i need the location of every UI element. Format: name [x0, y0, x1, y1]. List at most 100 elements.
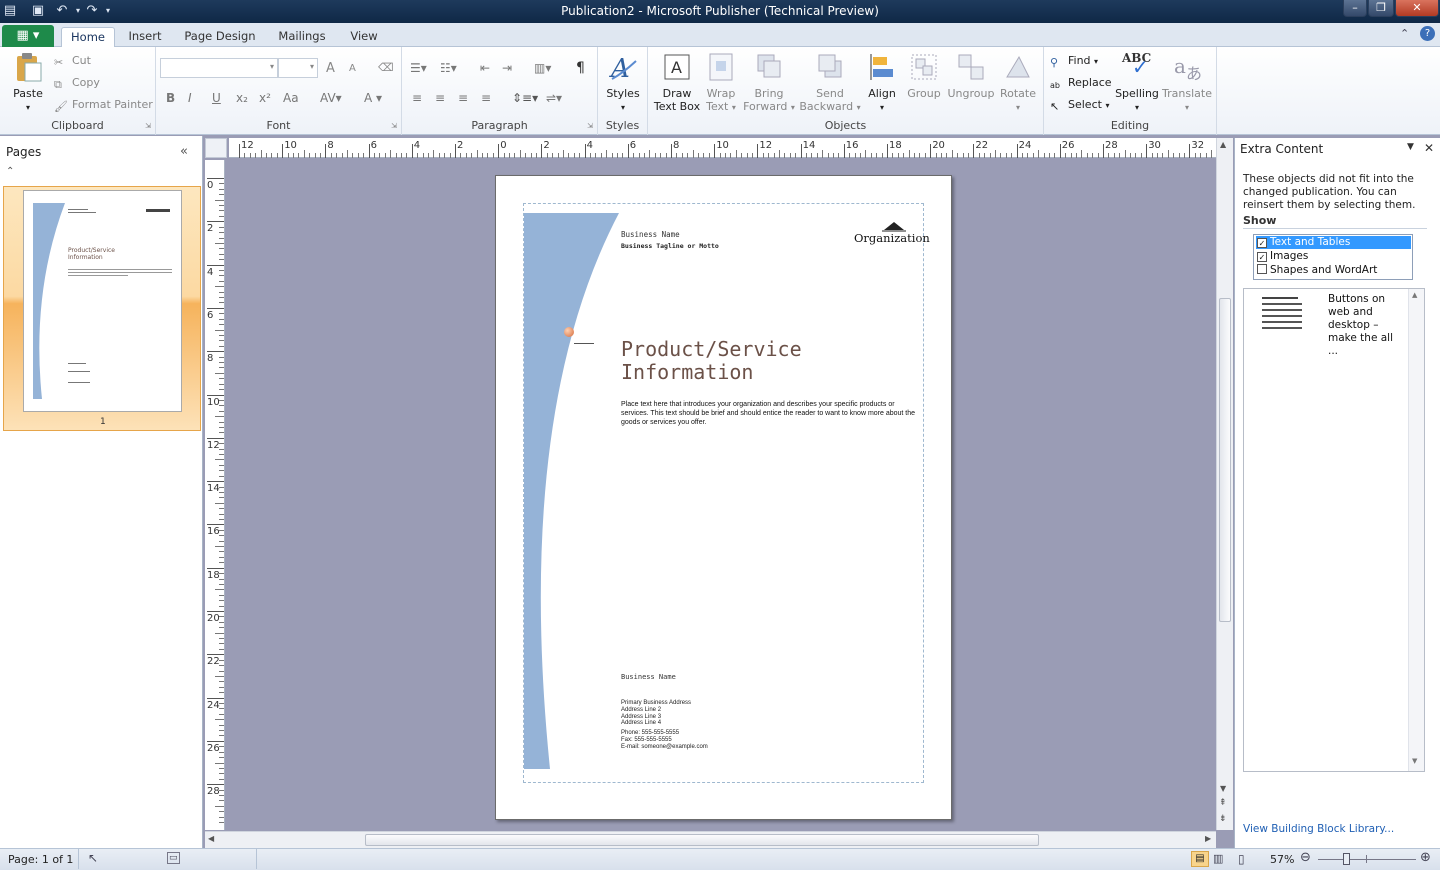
paragraph-launcher-icon[interactable]: ⇲ — [587, 122, 593, 130]
align-right-icon[interactable]: ≡ — [458, 91, 468, 105]
line-spacing-icon[interactable]: ⇕≡▾ — [512, 91, 538, 105]
superscript-button[interactable]: x² — [259, 91, 271, 105]
vertical-scrollbar[interactable]: ▲ ▼ ⇞ ⇟ — [1216, 138, 1233, 830]
minimize-button[interactable]: – — [1343, 0, 1367, 17]
font-color-icon[interactable]: A ▾ — [364, 91, 382, 105]
align-center-icon[interactable]: ≡ — [435, 91, 445, 105]
paragraph-spacing-icon[interactable]: ⇌▾ — [546, 91, 562, 105]
horizontal-scrollbar[interactable]: ◀ ▶ — [205, 831, 1216, 848]
checkbox-checked-icon[interactable]: ✓ — [1257, 252, 1267, 262]
vertical-ruler[interactable]: 0 2 4 6 8 10 12 14 16 18 20 22 24 26 28 — [205, 160, 225, 830]
send-backward-button[interactable]: Send Backward ▾ — [798, 51, 862, 114]
increase-indent-icon[interactable]: ⇥ — [502, 61, 512, 75]
scroll-thumb[interactable] — [365, 834, 1039, 846]
tab-mailings[interactable]: Mailings — [272, 27, 332, 47]
zoom-out-icon[interactable]: ⊖ — [1300, 850, 1311, 865]
close-pane-icon[interactable]: ✕ — [1424, 141, 1434, 155]
shrink-font-button[interactable]: A — [349, 63, 356, 74]
page-indicator[interactable]: Page: 1 of 1 — [8, 853, 73, 866]
list-scrollbar[interactable]: ▲ ▼ — [1408, 289, 1424, 771]
copy-button[interactable]: ⧉ Copy — [54, 76, 100, 91]
clear-formatting-icon[interactable]: ⌫ — [378, 61, 394, 74]
scroll-left-arrow-icon[interactable]: ◀ — [208, 834, 214, 843]
italic-button[interactable]: I — [188, 91, 192, 105]
scroll-right-arrow-icon[interactable]: ▶ — [1205, 834, 1211, 843]
filter-text-and-tables[interactable]: ✓ Text and Tables — [1257, 236, 1350, 248]
group-button[interactable]: Group — [904, 51, 944, 100]
business-name[interactable]: Business Name — [621, 230, 680, 239]
align-button[interactable]: Align ▾ — [862, 51, 902, 114]
two-page-spread-icon[interactable]: ▥ — [1213, 852, 1223, 865]
horizontal-ruler[interactable]: 12 10 8 6 4 2 0 2 4 6 8 10 12 14 16 18 20 22 24 26 28 30 32 — [229, 138, 1216, 158]
ungroup-button[interactable]: Ungroup — [946, 51, 996, 100]
format-painter-button[interactable]: 🖌 Format Painter — [54, 98, 153, 113]
tab-home[interactable]: Home — [61, 27, 115, 47]
checkbox-checked-icon[interactable]: ✓ — [1257, 238, 1267, 248]
tab-view[interactable]: View — [344, 27, 384, 47]
heading-text[interactable]: Product/Service Information — [621, 338, 802, 384]
page-thumbnail[interactable]: Product/Service Information 1 — [3, 186, 201, 431]
help-icon[interactable]: ? — [1420, 26, 1435, 41]
filter-shapes-and-wordart[interactable]: Shapes and WordArt — [1257, 264, 1377, 276]
scroll-thumb[interactable] — [1219, 298, 1231, 622]
subscript-button[interactable]: x₂ — [236, 91, 248, 105]
extra-content-item-text[interactable]: Buttons on web and desktop – make the al… — [1328, 293, 1404, 358]
publication-page[interactable]: Business Name Business Tagline or Motto … — [495, 175, 952, 820]
numbering-icon[interactable]: ☷▾ — [440, 61, 457, 75]
scroll-up-arrow-icon[interactable]: ▲ — [1412, 291, 1417, 299]
rotate-button[interactable]: Rotate ▾ — [996, 51, 1040, 114]
decrease-indent-icon[interactable]: ⇤ — [480, 61, 490, 75]
intro-paragraph[interactable]: Place text here that introduces your org… — [621, 400, 921, 427]
character-spacing-icon[interactable]: AV▾ — [320, 91, 342, 105]
pane-options-icon[interactable]: ▼ — [1407, 142, 1414, 152]
find-button[interactable]: ⚲ Find ▾ — [1050, 54, 1098, 69]
zoom-level[interactable]: 57% — [1270, 853, 1294, 866]
underline-button[interactable]: U — [212, 91, 221, 105]
scroll-up-icon[interactable]: ⌃ — [6, 166, 14, 177]
view-building-block-library-link[interactable]: View Building Block Library... — [1243, 823, 1394, 835]
organization-name[interactable]: Organization — [854, 231, 930, 245]
filter-images[interactable]: ✓ Images — [1257, 250, 1308, 262]
ruler-corner[interactable] — [205, 138, 227, 158]
replace-button[interactable]: ab Replace — [1050, 76, 1112, 93]
cursor-position-icon[interactable]: ↖ — [88, 851, 98, 865]
object-size-icon[interactable]: ▭ — [167, 852, 180, 864]
collapse-pane-icon[interactable]: « — [180, 144, 188, 159]
tab-insert[interactable]: Insert — [124, 27, 166, 47]
bold-button[interactable]: B — [166, 91, 175, 105]
columns-icon[interactable]: ▥▾ — [534, 61, 551, 75]
tab-page-design[interactable]: Page Design — [180, 27, 260, 47]
scroll-down-arrow-icon[interactable]: ▼ — [1412, 757, 1417, 765]
zoom-in-icon[interactable]: ⊕ — [1420, 850, 1431, 865]
styles-button[interactable]: A Styles ▾ — [602, 51, 644, 114]
bring-forward-button[interactable]: Bring Forward ▾ — [740, 51, 798, 114]
clipboard-launcher-icon[interactable]: ⇲ — [145, 122, 151, 130]
paste-button[interactable]: Paste ▾ — [6, 51, 50, 114]
close-window-button[interactable]: ✕ — [1395, 0, 1439, 17]
pilcrow-button[interactable]: ¶ — [576, 60, 585, 76]
wrap-text-button[interactable]: Wrap Text ▾ — [700, 51, 742, 114]
spelling-button[interactable]: ABC ✓ Spelling ▾ — [1112, 51, 1162, 114]
file-menu-button[interactable]: ▦ ▾ — [2, 25, 54, 47]
zoom-slider-track[interactable] — [1318, 859, 1416, 860]
font-size-combo[interactable]: ▾ — [278, 58, 318, 78]
draw-text-box-button[interactable]: A Draw Text Box — [652, 51, 702, 113]
justify-icon[interactable]: ≡ — [481, 91, 491, 105]
restore-button[interactable]: ❐ — [1368, 0, 1394, 17]
single-page-view-icon[interactable]: ▤ — [1191, 851, 1209, 867]
align-left-icon[interactable]: ≡ — [412, 91, 422, 105]
scroll-down-arrow-icon[interactable]: ▼ — [1220, 784, 1226, 793]
scroll-up-arrow-icon[interactable]: ▲ — [1220, 140, 1226, 149]
translate-button[interactable]: aあ Translate ▾ — [1162, 51, 1212, 114]
business-tagline[interactable]: Business Tagline or Motto — [621, 242, 719, 250]
full-page-icon[interactable]: ▯ — [1238, 852, 1245, 866]
change-case-button[interactable]: Aa — [283, 91, 299, 105]
grow-font-button[interactable]: A — [326, 61, 335, 76]
footer-business-name[interactable]: Business Name — [621, 673, 676, 681]
font-name-combo[interactable]: ▾ — [160, 58, 278, 78]
checkbox-unchecked-icon[interactable] — [1257, 264, 1267, 274]
address-block[interactable]: Primary Business Address Address Line 2 … — [621, 700, 708, 751]
cut-button[interactable]: ✂ Cut — [54, 54, 91, 69]
minimize-ribbon-icon[interactable]: ⌃ — [1400, 27, 1409, 40]
next-page-icon[interactable]: ⇟ — [1219, 814, 1227, 824]
